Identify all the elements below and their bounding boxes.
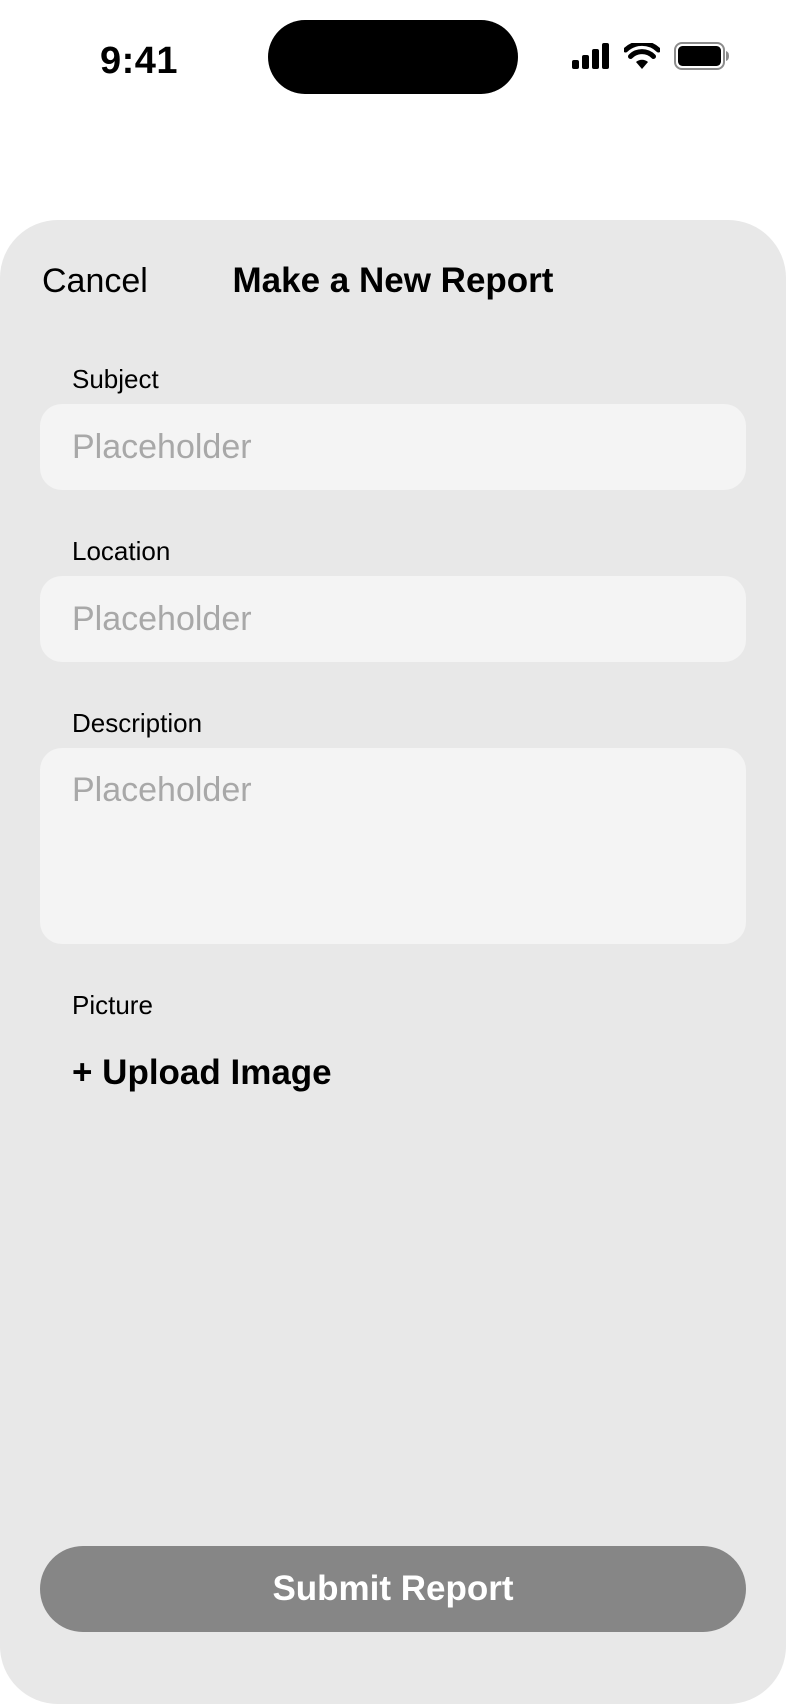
report-screen: 9:41 Cancel Make a New Report Subject Pl… [0,0,786,1704]
description-textarea[interactable] [40,748,746,944]
location-input[interactable] [40,576,746,662]
picture-label: Picture [72,990,153,1020]
subject-input[interactable] [40,404,746,490]
status-time: 9:41 [100,40,179,82]
location-label: Location [72,536,171,566]
subject-label: Subject [72,364,159,394]
cellular-signal-icon [572,43,610,69]
submit-report-button[interactable]: Submit Report [40,1546,746,1632]
status-icons [572,42,730,70]
upload-image-button[interactable]: + Upload Image [72,1050,332,1096]
wifi-icon [624,43,660,69]
dynamic-island [268,20,518,94]
new-report-sheet: Cancel Make a New Report Subject Locatio… [0,220,786,1704]
cancel-button[interactable]: Cancel [42,258,148,304]
description-label: Description [72,708,203,738]
battery-icon [674,42,730,70]
